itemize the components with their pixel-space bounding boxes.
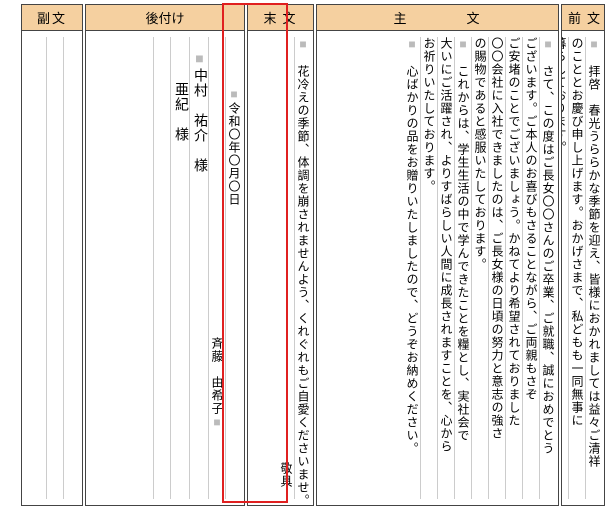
header-preface: 前文 — [562, 5, 604, 31]
body-sub — [22, 31, 82, 505]
body-closing: ■ 花冷えの季節、体調を崩されませんよう、くれぐれもご自愛くださいませ。■ 敬具 — [248, 31, 313, 505]
header-closing: 末文 — [248, 5, 313, 31]
empty-line — [46, 37, 63, 499]
date-line: ■令和〇年〇月〇日 — [225, 37, 242, 499]
text-line: のこととお慶び申し上げます。おかげさまで、私どもも一同無事に — [568, 37, 585, 499]
text-line: ■ 心ばかりの品をお贈りいたしましたので、どうぞお納めください。 — [404, 37, 420, 499]
text-line: ございます。ご本人のお喜びもさることながら、ご両親もさぞ — [522, 37, 539, 499]
section-preface: 前文 ■ 拝啓 春光うららかな季節を迎え、皆様におかれましては益々ご清祥 のこと… — [561, 4, 605, 506]
text-line: ■ さて、この度はご長女〇〇さんのご卒業、ご就職、誠におめでとう — [539, 37, 556, 499]
section-closing: 末文 ■ 花冷えの季節、体調を崩されませんよう、くれぐれもご自愛くださいませ。■… — [247, 4, 314, 506]
text-line: ■ 拝啓 春光うららかな季節を迎え、皆様におかれましては益々ご清祥 — [585, 37, 602, 499]
header-sub: 副文 — [22, 5, 82, 31]
text-line: 〇〇会社に入社できましたのは、ご長女様の日頃の努力と意志の強さ — [488, 37, 505, 499]
recipient-line: 亜紀 様 — [170, 37, 189, 499]
text-line: ご安堵のことでございましょう。かねてより希望されておりました — [505, 37, 522, 499]
empty-line — [30, 37, 46, 499]
text-line: お祈りいたしております。 — [420, 37, 437, 499]
header-postscript: 後付け — [86, 5, 244, 31]
empty-line — [63, 37, 80, 499]
text-line: の賜物であると感服いたしております。 — [471, 37, 488, 499]
closing-word: 敬具 — [278, 37, 294, 499]
signature-line: 斉藤 由希子■ — [208, 37, 225, 499]
text-line: ■ 花冷えの季節、体調を崩されませんよう、くれぐれもご自愛くださいませ。■ — [294, 37, 311, 499]
letter-container: 前文 ■ 拝啓 春光うららかな季節を迎え、皆様におかれましては益々ご清祥 のこと… — [0, 0, 610, 510]
empty-line — [153, 37, 170, 499]
body-main: ■ さて、この度はご長女〇〇さんのご卒業、ご就職、誠におめでとう ございます。ご… — [317, 31, 558, 505]
body-postscript: ■令和〇年〇月〇日 斉藤 由希子■ ■中村 祐介 様 亜紀 様 — [86, 31, 244, 505]
text-line: 大いにご活躍され、よりすばらしい人間に成長されますことを、心から — [437, 37, 454, 499]
section-sub: 副文 — [21, 4, 83, 506]
section-main: 主文 ■ さて、この度はご長女〇〇さんのご卒業、ご就職、誠におめでとう ございま… — [316, 4, 559, 506]
body-preface: ■ 拝啓 春光うららかな季節を迎え、皆様におかれましては益々ご清祥 のこととお慶… — [562, 31, 604, 505]
header-main: 主文 — [317, 5, 558, 31]
text-line: ■ これからは、学生生活の中で学んできたことを糧とし、実社会で — [454, 37, 471, 499]
recipient-line: ■中村 祐介 様 — [189, 37, 208, 499]
section-postscript: 後付け ■令和〇年〇月〇日 斉藤 由希子■ ■中村 祐介 様 亜紀 様 — [85, 4, 245, 506]
empty-line — [137, 37, 153, 499]
